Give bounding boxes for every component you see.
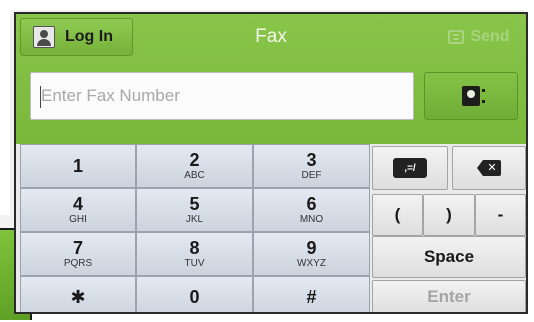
dash-label: - bbox=[497, 205, 504, 224]
close-paren-button[interactable]: ) bbox=[423, 194, 475, 236]
key-digit: 1 bbox=[72, 156, 83, 176]
user-icon bbox=[33, 26, 55, 48]
close-paren-label: ) bbox=[446, 205, 452, 224]
key-0[interactable]: 0 bbox=[136, 276, 253, 312]
fax-send-icon bbox=[448, 30, 465, 44]
backspace-icon: ✕ bbox=[477, 160, 501, 176]
key-letters: GHI bbox=[69, 214, 87, 225]
key-digit: # bbox=[306, 287, 317, 307]
key-asterisk[interactable]: ✱ bbox=[20, 276, 136, 312]
key-letters: ABC bbox=[184, 170, 205, 181]
key-6[interactable]: 6 MNO bbox=[253, 188, 370, 232]
key-letters: PQRS bbox=[63, 258, 93, 269]
key-letters: DEF bbox=[301, 170, 322, 181]
key-5[interactable]: 5 JKL bbox=[136, 188, 253, 232]
key-9[interactable]: 9 WXYZ bbox=[253, 232, 370, 276]
key-digit: 2 bbox=[189, 150, 200, 170]
open-paren-button[interactable]: ( bbox=[372, 194, 423, 236]
key-7[interactable]: 7 PQRS bbox=[20, 232, 136, 276]
page-title: Fax bbox=[255, 26, 287, 47]
key-digit: 3 bbox=[306, 150, 317, 170]
key-digit: 5 bbox=[189, 194, 200, 214]
dash-button[interactable]: - bbox=[475, 194, 526, 236]
key-letters: WXYZ bbox=[297, 258, 326, 269]
login-label: Log In bbox=[65, 28, 113, 45]
key-1[interactable]: 1 bbox=[20, 144, 136, 188]
key-letters: JKL bbox=[185, 214, 204, 225]
enter-button[interactable]: Enter bbox=[372, 280, 526, 312]
key-2[interactable]: 2 ABC bbox=[136, 144, 253, 188]
key-digit: 9 bbox=[306, 238, 317, 258]
text-cursor bbox=[40, 86, 41, 108]
fax-number-input[interactable] bbox=[30, 72, 414, 120]
key-8[interactable]: 8 TUV bbox=[136, 232, 253, 276]
fax-header: Log In Fax Send bbox=[16, 14, 526, 144]
login-button[interactable]: Log In bbox=[20, 18, 133, 56]
enter-label: Enter bbox=[427, 287, 471, 306]
numeric-keypad: 1 2 ABC 3 DEF 4 GHI 5 JKL 6 MNO 7 PQRS 8 bbox=[20, 144, 370, 312]
device-bezel-top bbox=[0, 0, 534, 10]
symbols-button[interactable]: ,=/ bbox=[372, 146, 448, 190]
send-label: Send bbox=[470, 28, 510, 45]
key-digit: 4 bbox=[72, 194, 83, 214]
send-button[interactable]: Send bbox=[438, 18, 520, 56]
touch-screen: Log In Fax Send 1 2 ABC 3 DEF 4 GHI bbox=[14, 12, 528, 314]
device-bezel-left bbox=[0, 0, 10, 215]
key-letters: TUV bbox=[184, 258, 205, 269]
address-book-button[interactable] bbox=[424, 72, 518, 120]
address-book-icon bbox=[462, 86, 485, 106]
space-button[interactable]: Space bbox=[372, 236, 526, 278]
key-digit: 6 bbox=[306, 194, 317, 214]
key-digit: 8 bbox=[189, 238, 200, 258]
symbols-icon: ,=/ bbox=[393, 158, 427, 178]
key-digit: 7 bbox=[72, 238, 83, 258]
backspace-button[interactable]: ✕ bbox=[452, 146, 526, 190]
open-paren-label: ( bbox=[394, 205, 401, 224]
space-label: Space bbox=[423, 247, 475, 266]
device-bezel-bottom bbox=[0, 314, 534, 322]
key-4[interactable]: 4 GHI bbox=[20, 188, 136, 232]
key-hash[interactable]: # bbox=[253, 276, 370, 312]
key-3[interactable]: 3 DEF bbox=[253, 144, 370, 188]
key-letters: MNO bbox=[299, 214, 324, 225]
key-digit: ✱ bbox=[70, 287, 86, 307]
key-digit: 0 bbox=[189, 287, 200, 307]
